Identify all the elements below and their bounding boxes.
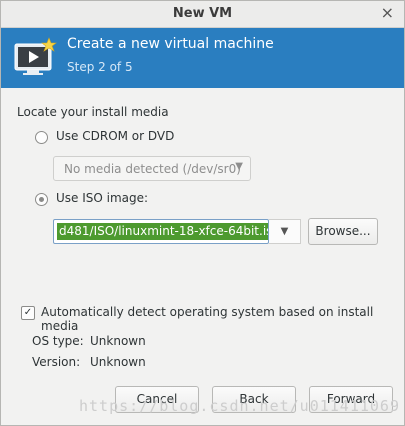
iso-label[interactable]: Use ISO image: [56,191,148,205]
cdrom-combo-value: No media detected (/dev/sr0) [64,162,241,176]
iso-dropdown-button[interactable]: ▼ [269,219,301,244]
content-area: Locate your install media Use CDROM or D… [1,89,404,425]
title-bar[interactable]: New VM × [1,1,404,28]
section-label: Locate your install media [17,105,169,119]
iso-path-input[interactable]: d481/ISO/linuxmint-18-xfce-64bit.iso [53,219,269,244]
iso-path-text: d481/ISO/linuxmint-18-xfce-64bit.iso [57,223,268,240]
watermark: https://blog.csdn.net/u011411069 [79,397,400,415]
chevron-down-icon: ▼ [280,226,289,237]
iso-radio[interactable] [35,193,48,206]
version-value: Unknown [90,355,146,369]
cdrom-label[interactable]: Use CDROM or DVD [56,129,174,143]
header-title: Create a new virtual machine [67,36,274,52]
os-type-value: Unknown [90,334,146,348]
version-label: Version: [32,355,81,369]
detect-os-checkbox[interactable]: ✓ [21,306,35,320]
window-title: New VM [172,6,233,21]
wizard-header: Create a new virtual machine Step 2 of 5 [1,28,404,88]
chevron-down-icon: ▼ [235,161,243,172]
vm-screen-icon [14,37,57,75]
cdrom-radio[interactable] [35,131,48,144]
os-type-label: OS type: [32,334,84,348]
close-icon[interactable]: × [381,4,394,22]
detect-os-label[interactable]: Automatically detect operating system ba… [41,305,404,333]
cdrom-combo: No media detected (/dev/sr0) ▼ [53,156,251,181]
browse-button[interactable]: Browse... [308,218,378,245]
step-indicator: Step 2 of 5 [67,60,133,74]
new-vm-dialog: New VM × Create a new virtual machine St… [0,0,405,426]
